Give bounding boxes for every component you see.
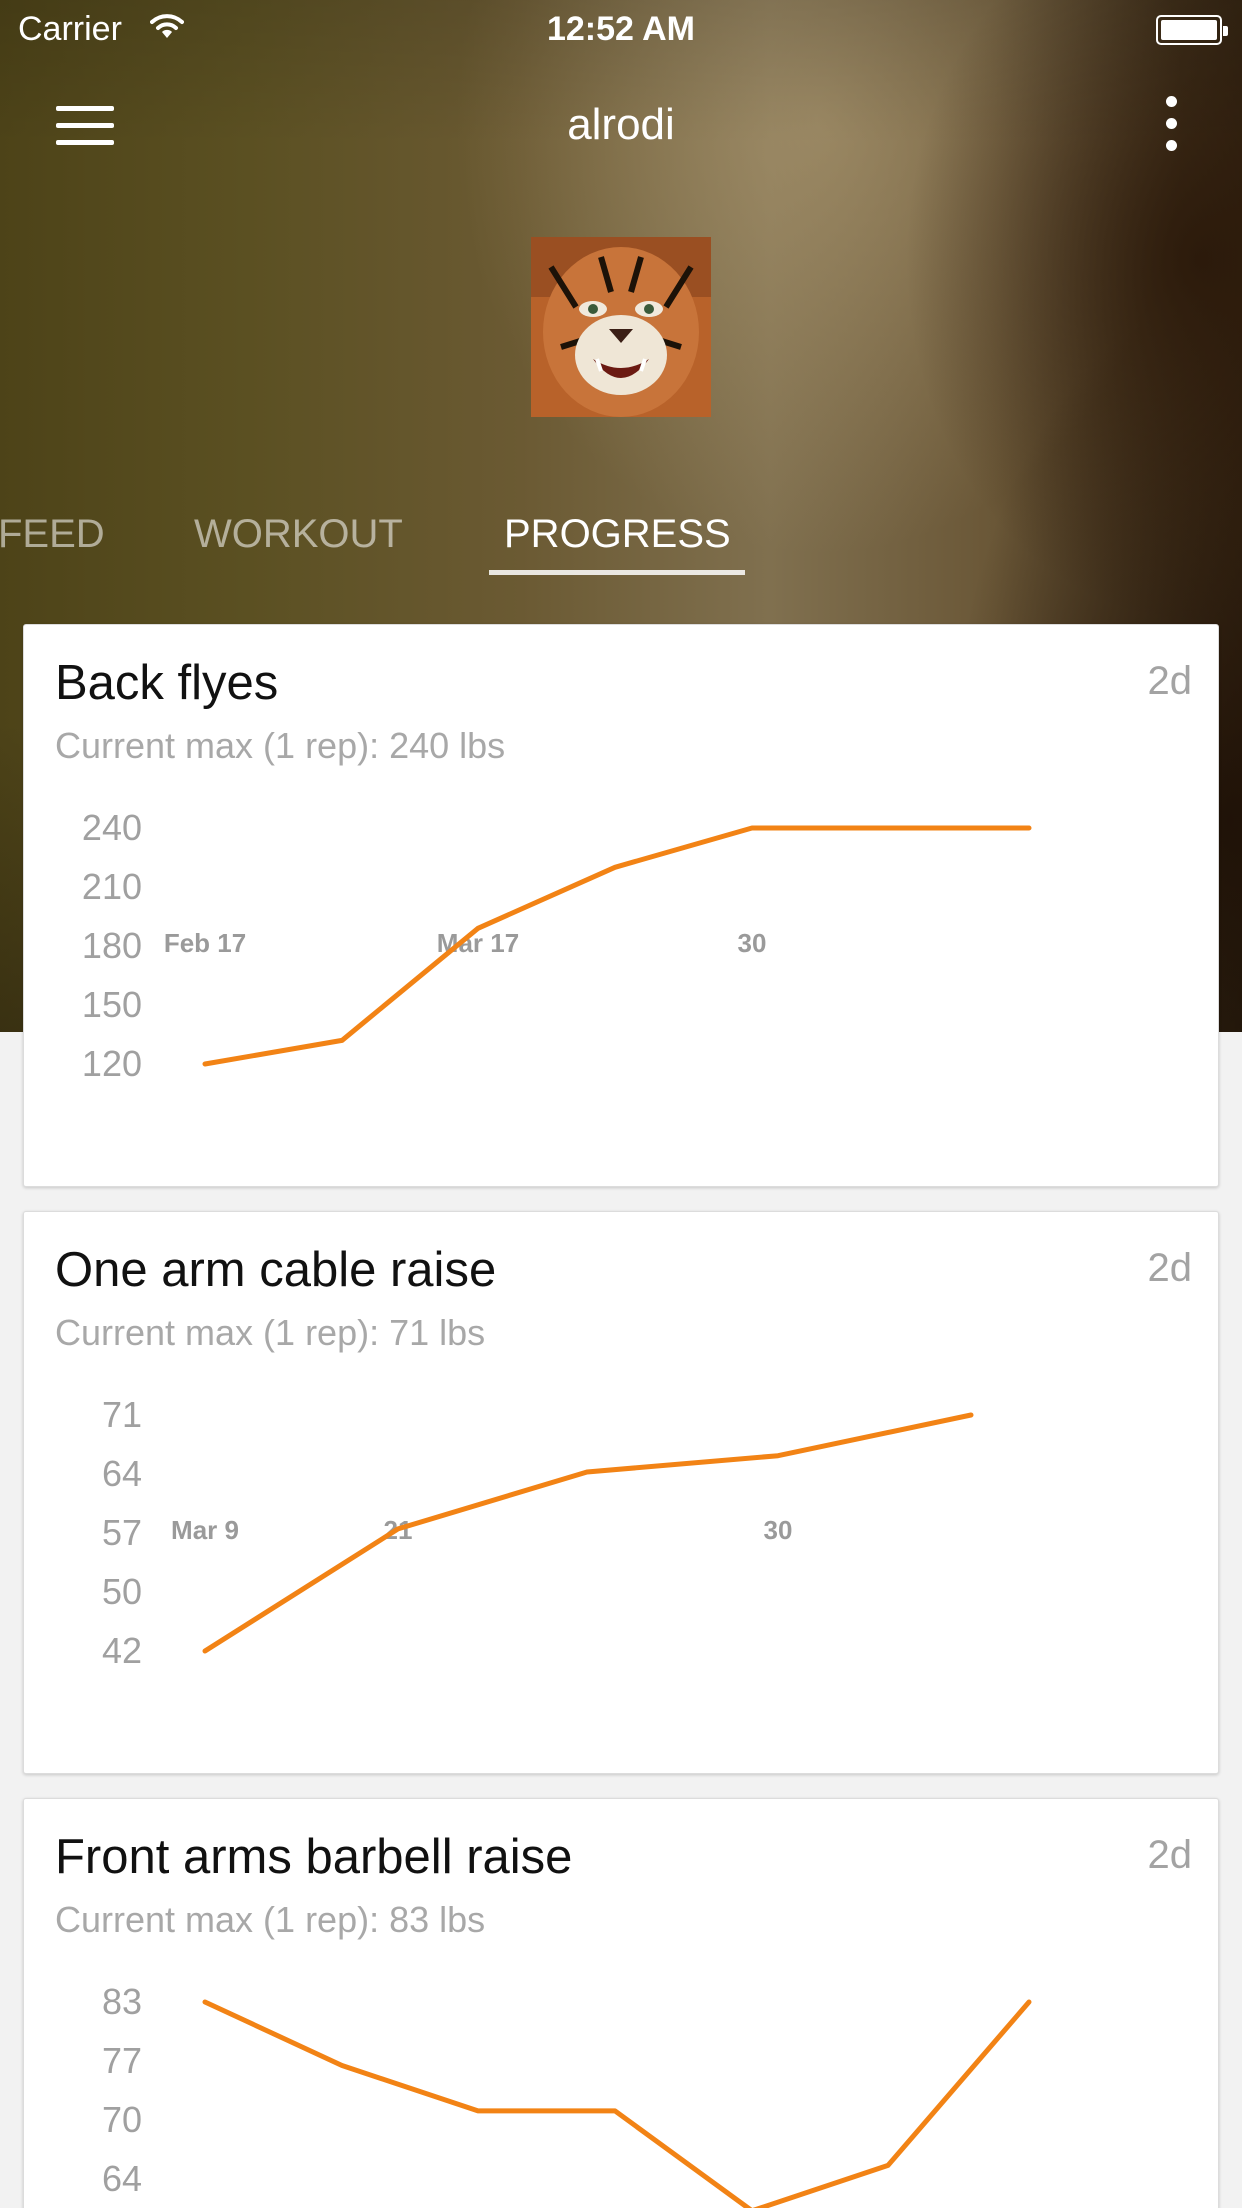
y-tick-label: 77 <box>102 2040 142 2081</box>
exercise-card-front-arms-barbell-raise[interactable]: Front arms barbell raise 2d Current max … <box>23 1798 1219 2208</box>
progress-chart: 240 210 180 150 120 Feb 17 Mar 17 30 <box>82 807 1032 1084</box>
progress-chart: 83 77 70 64 <box>102 1981 1032 2208</box>
y-tick-label: 50 <box>102 1571 142 1612</box>
y-tick-label: 64 <box>102 1453 142 1494</box>
y-tick-label: 57 <box>102 1512 142 1553</box>
y-tick-label: 42 <box>102 1630 142 1671</box>
profile-username: alrodi <box>567 100 675 149</box>
x-axis-labels: Mar 9 21 30 <box>171 1515 792 1545</box>
y-tick-label: 64 <box>102 2158 142 2199</box>
status-bar: Carrier 12:52 AM <box>0 0 1242 62</box>
progress-line <box>202 825 1032 1067</box>
y-tick-label: 180 <box>82 925 142 966</box>
exercise-card-one-arm-cable-raise[interactable]: One arm cable raise 2d Current max (1 re… <box>23 1211 1219 1774</box>
y-axis-labels: 71 64 57 50 42 <box>102 1394 142 1671</box>
progress-line <box>202 1412 974 1654</box>
progress-chart: 71 64 57 50 42 Mar 9 21 30 <box>102 1394 974 1671</box>
avatar[interactable] <box>531 237 711 417</box>
x-tick-label: 30 <box>764 1515 793 1545</box>
more-options-icon[interactable] <box>1160 96 1184 152</box>
x-tick-label: Mar 9 <box>171 1515 239 1545</box>
y-tick-label: 120 <box>82 1043 142 1084</box>
x-tick-label: Feb 17 <box>164 928 246 958</box>
y-tick-label: 71 <box>102 1394 142 1435</box>
tab-feed[interactable]: FEED <box>0 512 105 557</box>
clock: 12:52 AM <box>546 10 696 48</box>
progress-line <box>202 1999 1032 2208</box>
y-axis-labels: 83 77 70 64 <box>102 1981 142 2199</box>
y-tick-label: 240 <box>82 807 142 848</box>
y-tick-label: 210 <box>82 866 142 907</box>
tab-workout[interactable]: WORKOUT <box>194 512 403 557</box>
y-tick-label: 70 <box>102 2099 142 2140</box>
x-tick-label: 30 <box>738 928 767 958</box>
y-tick-label: 150 <box>82 984 142 1025</box>
active-tab-indicator <box>489 570 745 575</box>
y-tick-label: 83 <box>102 1981 142 2022</box>
battery-icon <box>1156 15 1228 45</box>
y-axis-labels: 240 210 180 150 120 <box>82 807 142 1084</box>
x-axis-labels: Feb 17 Mar 17 30 <box>164 928 767 958</box>
exercise-card-back-flyes[interactable]: Back flyes 2d Current max (1 rep): 240 l… <box>23 624 1219 1187</box>
tab-progress[interactable]: PROGRESS <box>504 512 731 557</box>
